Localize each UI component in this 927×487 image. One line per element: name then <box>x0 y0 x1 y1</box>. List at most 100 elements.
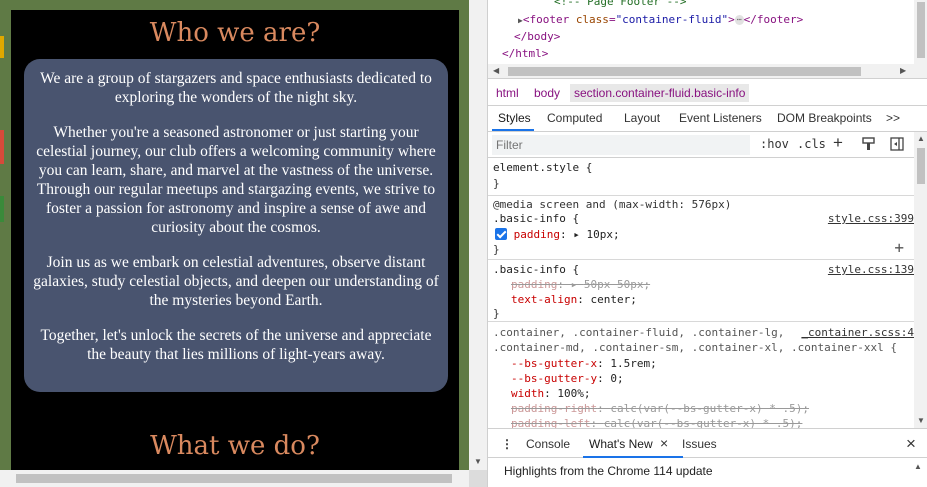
scroll-left-arrow-icon[interactable]: ◀ <box>493 66 499 75</box>
who-we-are-heading: Who we are? <box>149 18 321 48</box>
tab-dom-breakpoints[interactable]: DOM Breakpoints <box>777 111 872 125</box>
cls-toggle[interactable]: .cls <box>797 137 826 151</box>
tree-vertical-scrollbar[interactable] <box>914 0 927 64</box>
styles-pane: element.style { } @media screen and (max… <box>488 158 914 428</box>
tree-footer-node[interactable]: ▶<footer class="container-fluid"> ⋯ </foot… <box>518 13 803 26</box>
scrollbar-thumb[interactable] <box>917 2 925 58</box>
tree-html-close[interactable]: </html> <box>502 47 548 60</box>
site-content: Who we are? We are a group of stargazers… <box>11 10 459 470</box>
new-style-rule-icon[interactable]: + <box>833 133 843 153</box>
property-name: text-align <box>511 293 578 306</box>
toggle-sidebar-icon[interactable] <box>890 137 904 154</box>
tag-open: <footer <box>522 13 576 26</box>
selector[interactable]: .basic-info { <box>493 263 579 276</box>
declaration-padding[interactable]: padding: ▸ 10px; <box>495 228 620 241</box>
devtools-panel: <!-- Page Footer --> ▶<footer class="con… <box>487 0 927 487</box>
declaration-text-align[interactable]: text-align: center; <box>511 293 637 306</box>
scrollbar-thumb[interactable] <box>16 474 452 483</box>
more-tabs-icon[interactable]: >> <box>886 111 900 125</box>
property-value[interactable]: 10px; <box>586 228 619 241</box>
property-name: padding-right <box>511 402 598 415</box>
declaration-width[interactable]: width: 100%; <box>511 387 591 400</box>
selector[interactable]: .container, .container-fluid, .container… <box>493 326 784 339</box>
dom-breadcrumb: html body section.container-fluid.basic-… <box>488 80 927 106</box>
edge-mark <box>0 130 4 164</box>
page-vertical-scrollbar[interactable]: ▼ <box>469 0 487 470</box>
drawer-menu-icon[interactable]: ⋮ <box>501 437 513 451</box>
property-name: padding <box>511 278 558 291</box>
edge-mark <box>0 36 4 58</box>
info-paragraph: Whether you're a seasoned astronomer or … <box>36 124 436 236</box>
breadcrumb-body[interactable]: body <box>534 86 560 100</box>
property-value: 1.5rem; <box>610 357 657 370</box>
scroll-right-arrow-icon[interactable]: ▶ <box>900 66 906 75</box>
styles-vertical-scrollbar[interactable]: ▲ ▼ <box>914 132 927 428</box>
property-value: 0; <box>610 372 624 385</box>
add-declaration-icon[interactable]: + <box>894 238 904 257</box>
scrollbar-thumb[interactable] <box>508 67 861 76</box>
info-paragraph: We are a group of stargazers and space e… <box>40 70 432 106</box>
scrollbar-corner <box>469 470 487 487</box>
source-link[interactable]: style.css:399 <box>828 212 914 225</box>
scroll-up-arrow-icon[interactable]: ▲ <box>917 134 925 143</box>
left-edge-strip <box>0 0 11 470</box>
tree-horizontal-scrollbar[interactable]: ◀ ▶ <box>488 64 927 79</box>
rule-container: .container, .container-fluid, .container… <box>488 322 914 428</box>
declaration-padding-overridden[interactable]: padding: ▸ 50px 50px; <box>511 278 650 291</box>
info-paragraph: Together, let's unlock the secrets of th… <box>40 327 432 363</box>
edge-mark <box>0 196 4 222</box>
scrollbar-thumb[interactable] <box>917 148 925 184</box>
attr-value: "container-fluid" <box>615 13 729 26</box>
tree-body-close[interactable]: </body> <box>514 30 560 43</box>
tree-comment[interactable]: <!-- Page Footer --> <box>554 0 686 8</box>
page-horizontal-scrollbar[interactable] <box>0 470 487 487</box>
scroll-up-arrow-icon[interactable]: ▲ <box>914 462 922 471</box>
property-name: padding <box>513 228 560 241</box>
property-value: 50px 50px; <box>583 278 651 291</box>
tab-styles[interactable]: Styles <box>498 111 531 125</box>
property-name: --bs-gutter-x <box>511 357 598 370</box>
declaration-gutter-y[interactable]: --bs-gutter-y: 0; <box>511 372 624 385</box>
ellipsis-icon[interactable]: ⋯ <box>734 15 744 25</box>
close-tab-icon[interactable]: × <box>660 435 668 451</box>
declaration-padding-right-overridden[interactable]: padding-right: calc(var(--bs-gutter-x) *… <box>511 402 809 415</box>
scroll-down-arrow-icon[interactable]: ▼ <box>917 416 925 425</box>
property-value: calc(var(--bs-gutter-x) * .5); <box>603 417 803 428</box>
property-name: --bs-gutter-y <box>511 372 598 385</box>
paint-brush-icon[interactable] <box>862 137 875 154</box>
tab-computed[interactable]: Computed <box>547 111 602 125</box>
tab-issues[interactable]: Issues <box>682 437 717 451</box>
source-link[interactable]: style.css:139 <box>828 263 914 276</box>
attr-name: class <box>575 13 609 26</box>
checkbox-checked-icon[interactable] <box>495 228 507 240</box>
selector[interactable]: .container-md, .container-sm, .container… <box>493 341 897 354</box>
styles-filter-input[interactable] <box>492 135 750 155</box>
basic-info-card: We are a group of stargazers and space e… <box>24 59 448 392</box>
declaration-padding-left-overridden[interactable]: padding-left: calc(var(--bs-gutter-x) * … <box>511 417 802 428</box>
source-link[interactable]: _container.scss:4 <box>801 326 914 339</box>
hov-toggle[interactable]: :hov <box>760 137 789 151</box>
rule-close-brace: } <box>493 243 500 256</box>
property-value: calc(var(--bs-gutter-x) * .5); <box>610 402 810 415</box>
rule-basic-info: .basic-info { style.css:139 padding: ▸ 5… <box>488 260 914 322</box>
rule-close-brace: } <box>493 177 500 190</box>
tag-close: </footer> <box>743 13 804 26</box>
tab-whats-new[interactable]: What's New <box>589 437 653 451</box>
tab-console[interactable]: Console <box>526 437 570 451</box>
property-name: padding-left <box>511 417 591 428</box>
styles-subtabs: Styles Computed Layout Event Listeners D… <box>488 106 927 132</box>
selector[interactable]: .basic-info { <box>493 212 579 225</box>
selector[interactable]: element.style { <box>493 161 592 174</box>
breadcrumb-html[interactable]: html <box>496 86 519 100</box>
declaration-gutter-x[interactable]: --bs-gutter-x: 1.5rem; <box>511 357 657 370</box>
rule-media-basic-info: @media screen and (max-width: 576px) .ba… <box>488 196 914 260</box>
tab-layout[interactable]: Layout <box>624 111 660 125</box>
tab-event-listeners[interactable]: Event Listeners <box>679 111 762 125</box>
what-we-do-heading: What we do? <box>150 431 320 461</box>
rule-close-brace: } <box>493 307 500 320</box>
close-drawer-icon[interactable]: × <box>906 434 916 454</box>
scroll-down-arrow-icon[interactable]: ▼ <box>474 457 482 466</box>
breadcrumb-section[interactable]: section.container-fluid.basic-info <box>570 84 750 102</box>
elements-tree: <!-- Page Footer --> ▶<footer class="con… <box>488 0 914 64</box>
property-name: width <box>511 387 545 400</box>
